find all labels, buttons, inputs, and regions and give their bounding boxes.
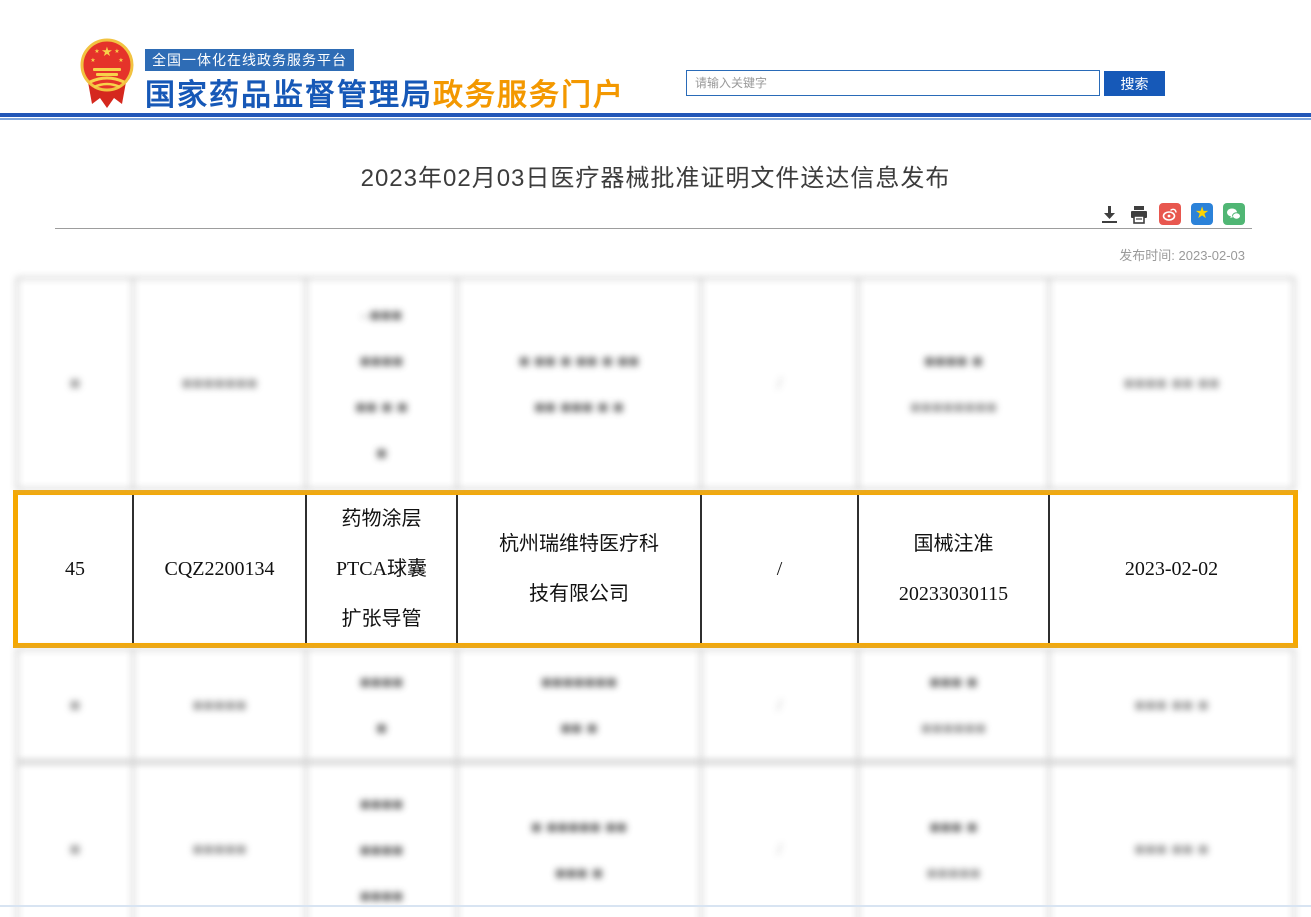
company-line: ■ ■■ ■ ■■ ■ ■■	[519, 338, 639, 384]
product-line: ■	[376, 430, 387, 476]
registration-line: 20233030115	[899, 569, 1008, 619]
cell-remark: /	[702, 764, 859, 917]
cell-remark: /	[702, 650, 859, 760]
cell-serial: ■	[18, 279, 134, 488]
cell-serial: 45	[18, 495, 134, 643]
cell-registration-no: ■■■ ■ ■■■■■	[859, 764, 1050, 917]
cell-registration-no: 国械注准 20233030115	[859, 495, 1050, 643]
print-icon[interactable]	[1129, 205, 1149, 224]
svg-text:★: ★	[114, 48, 119, 55]
cell-remark: /	[702, 279, 859, 488]
cell-company: ■ ■■■■■ ■■ ■■■ ■	[458, 764, 702, 917]
product-line: ■■■■	[360, 781, 404, 827]
cell-date: ■■■ ■■ ■	[1050, 764, 1293, 917]
cell-registration-no: ■■■ ■ ■■■■■■	[859, 650, 1050, 760]
product-line: ■■■■	[360, 338, 404, 384]
registration-line: ■■■ ■	[930, 659, 978, 705]
product-line: –■■■	[361, 292, 403, 338]
company-line: 技有限公司	[529, 569, 629, 619]
cell-company: ■■■■■■■ ■■ ■	[458, 650, 702, 760]
cell-serial: ■	[18, 650, 134, 760]
site-suffix: 政务服务门户	[433, 79, 625, 112]
share-toolbar: ★	[1100, 203, 1245, 225]
svg-text:★: ★	[101, 44, 113, 59]
table-row: ■ ■■■■■ ■■■■ ■ ■■■■■■■ ■■ ■ / ■■■ ■ ■■■■…	[16, 648, 1295, 762]
page: ★ ★ ★ ★ ★ 全国一体化在线政务服务平台 国家药品监督管理局政务服务门户 …	[0, 0, 1311, 917]
product-line: ■■■■	[360, 827, 404, 873]
company-line: ■■■ ■	[555, 850, 603, 896]
site-name: 国家药品监督管理局	[145, 79, 433, 112]
cell-acceptance-no: ■■■■■■■	[134, 279, 307, 488]
cell-date: ■■■■ ■■ ■■	[1050, 279, 1293, 488]
product-line: ■■ ■ ■	[355, 384, 408, 430]
registration-line: ■■■■■■	[921, 705, 986, 751]
site-header: ★ ★ ★ ★ ★ 全国一体化在线政务服务平台 国家药品监督管理局政务服务门户 …	[0, 10, 1311, 113]
cell-date: 2023-02-02	[1050, 495, 1293, 643]
cell-registration-no: ■■■■ ■ ■■■■■■■■	[859, 279, 1050, 488]
table-row: ■ ■■■■■ ■■■■ ■■■■ ■■■■ ■ ■■■■■ ■■ ■■■ ■ …	[16, 762, 1295, 917]
cell-company: ■ ■■ ■ ■■ ■ ■■ ■■ ■■■ ■ ■	[458, 279, 702, 488]
svg-text:★: ★	[90, 57, 95, 64]
bottom-divider	[0, 905, 1311, 907]
cell-product-name: 药物涂层 PTCA球囊 扩张导管	[307, 495, 458, 643]
qzone-star-glyph: ★	[1195, 206, 1209, 222]
table-row: ■ ■■■■■■■ –■■■ ■■■■ ■■ ■ ■ ■ ■ ■■ ■ ■■ ■…	[16, 277, 1295, 490]
product-line: ■■■■	[360, 873, 404, 917]
registration-line: ■■■■ ■	[924, 338, 983, 384]
product-line: PTCA球囊	[336, 544, 427, 594]
cell-company: 杭州瑞维特医疗科 技有限公司	[458, 495, 702, 643]
page-title: 2023年02月03日医疗器械批准证明文件送达信息发布	[0, 158, 1311, 193]
cell-serial: ■	[18, 764, 134, 917]
table-row-highlighted: 45 CQZ2200134 药物涂层 PTCA球囊 扩张导管 杭州瑞维特医疗科 …	[13, 490, 1298, 648]
cell-product-name: ■■■■ ■■■■ ■■■■	[307, 764, 458, 917]
cell-acceptance-no: CQZ2200134	[134, 495, 307, 643]
product-line: ■■■■	[360, 659, 404, 705]
wechat-icon[interactable]	[1223, 203, 1245, 225]
download-icon[interactable]	[1100, 205, 1119, 224]
search-area	[686, 70, 1100, 96]
publish-date: 2023-02-03	[1179, 248, 1246, 263]
company-line: ■ ■■■■■ ■■	[531, 804, 627, 850]
header-divider	[0, 113, 1311, 120]
publish-time: 发布时间: 2023-02-03	[1119, 245, 1245, 264]
product-line: 扩张导管	[342, 594, 422, 643]
svg-text:★: ★	[94, 48, 99, 55]
product-line: ■	[376, 705, 387, 751]
registration-line: 国械注准	[914, 519, 994, 569]
company-line: ■■ ■■■ ■ ■	[534, 384, 624, 430]
registration-line: ■■■ ■	[930, 804, 978, 850]
cell-date: ■■■ ■■ ■	[1050, 650, 1293, 760]
cell-acceptance-no: ■■■■■	[134, 650, 307, 760]
publish-label: 发布时间:	[1119, 248, 1178, 263]
svg-text:★: ★	[118, 57, 123, 64]
national-emblem-logo: ★ ★ ★ ★ ★	[80, 38, 134, 110]
product-line: 药物涂层	[342, 495, 422, 544]
platform-badge: 全国一体化在线政务服务平台	[145, 49, 354, 71]
company-line: 杭州瑞维特医疗科	[499, 519, 659, 569]
site-title: 国家药品监督管理局政务服务门户	[145, 70, 625, 114]
delivery-info-table: ■ ■■■■■■■ –■■■ ■■■■ ■■ ■ ■ ■ ■ ■■ ■ ■■ ■…	[18, 277, 1293, 917]
cell-acceptance-no: ■■■■■	[134, 764, 307, 917]
registration-line: ■■■■■■■■	[910, 384, 997, 430]
cell-product-name: ■■■■ ■	[307, 650, 458, 760]
registration-line: ■■■■■	[926, 850, 980, 896]
weibo-icon[interactable]	[1159, 203, 1181, 225]
search-button[interactable]: 搜索	[1104, 71, 1165, 96]
search-input[interactable]	[686, 70, 1100, 96]
company-line: ■■■■■■■	[541, 659, 617, 705]
company-line: ■■ ■	[560, 705, 597, 751]
qzone-icon[interactable]: ★	[1191, 203, 1213, 225]
toolbar-divider	[55, 228, 1252, 229]
cell-remark: /	[702, 495, 859, 643]
cell-product-name: –■■■ ■■■■ ■■ ■ ■ ■	[307, 279, 458, 488]
